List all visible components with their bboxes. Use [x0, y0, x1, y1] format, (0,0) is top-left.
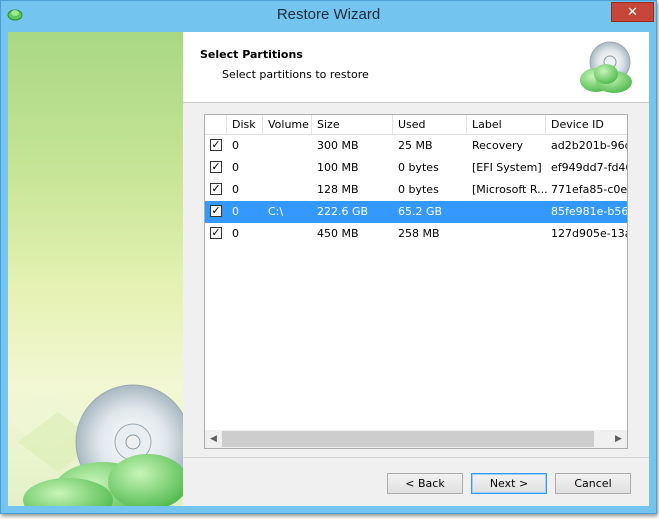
table-row[interactable]: ✓ 0 128 MB 0 bytes [Microsoft R... 771ef… [205, 179, 628, 201]
disc-cloud-art [8, 384, 183, 506]
wizard-client-area: Select Partitions Select partitions to r… [8, 32, 649, 506]
cell-label: [Microsoft R... [472, 183, 547, 196]
footer-divider [183, 457, 649, 458]
title-bar[interactable]: Restore Wizard ✕ [1, 1, 656, 32]
disc-cloud-icon [580, 41, 632, 93]
cell-used: 65.2 GB [398, 205, 443, 218]
side-banner [8, 32, 183, 506]
cell-volume [264, 135, 313, 157]
cell-size: 300 MB [317, 139, 359, 152]
list-header: Disk Volume Size Used Label Device ID [205, 115, 627, 135]
page-subtitle: Select partitions to restore [222, 68, 369, 81]
table-row[interactable]: ✓ 0 100 MB 0 bytes [EFI System] ef949dd7… [205, 157, 628, 179]
page-title: Select Partitions [200, 48, 303, 61]
scrollbar-thumb[interactable] [222, 431, 594, 447]
cell-device-id: 85fe981e-b565 [551, 205, 628, 218]
scroll-left-icon[interactable]: ◀ [205, 430, 222, 448]
horizontal-scrollbar[interactable]: ◀ ▶ [205, 430, 627, 448]
row-checkbox[interactable]: ✓ [210, 205, 222, 217]
cell-disk: 0 [232, 161, 239, 174]
cell-device-id: 127d905e-13aa [551, 227, 627, 240]
row-checkbox[interactable]: ✓ [210, 183, 222, 195]
cell-device-id: ef949dd7-fd46- [551, 161, 628, 174]
cell-device-id: 771efa85-c0e3 [551, 183, 628, 196]
cancel-button[interactable]: Cancel [555, 473, 631, 494]
cell-disk: 0 [232, 183, 239, 196]
cell-label: Recovery [472, 139, 524, 152]
cell-volume [264, 157, 313, 179]
cell-size: 222.6 GB [317, 205, 369, 218]
cell-used: 0 bytes [398, 183, 439, 196]
column-header-check[interactable] [205, 115, 227, 134]
cell-label [468, 201, 547, 223]
cell-label: [EFI System] [472, 161, 542, 174]
cell-disk: 0 [232, 227, 239, 240]
column-header-used[interactable]: Used [393, 115, 467, 134]
cell-volume [264, 179, 313, 201]
cell-used: 25 MB [398, 139, 433, 152]
partitions-list[interactable]: Disk Volume Size Used Label Device ID ✓ … [204, 114, 628, 449]
table-row[interactable]: ✓ 0 450 MB 258 MB 127d905e-13aa [205, 223, 627, 245]
column-header-size[interactable]: Size [312, 115, 393, 134]
column-header-volume[interactable]: Volume [263, 115, 312, 134]
column-header-disk[interactable]: Disk [227, 115, 263, 134]
cell-disk: 0 [232, 139, 239, 152]
restore-wizard-window: Restore Wizard ✕ Select Partitions Selec… [0, 0, 657, 514]
cell-used: 0 bytes [398, 161, 439, 174]
close-button[interactable]: ✕ [611, 2, 654, 22]
cell-volume [264, 223, 313, 245]
table-row[interactable]: ✓ 0 300 MB 25 MB Recovery ad2b201b-96d6 [205, 135, 627, 157]
row-checkbox[interactable]: ✓ [210, 161, 222, 173]
column-header-label[interactable]: Label [467, 115, 546, 134]
close-icon: ✕ [627, 4, 638, 20]
cell-size: 100 MB [317, 161, 359, 174]
cell-used: 258 MB [398, 227, 440, 240]
next-button[interactable]: Next > [471, 473, 547, 494]
wizard-header: Select Partitions Select partitions to r… [183, 32, 649, 103]
cell-size: 450 MB [317, 227, 359, 240]
back-button[interactable]: < Back [387, 473, 463, 494]
row-checkbox[interactable]: ✓ [210, 227, 222, 239]
cell-disk: 0 [232, 205, 239, 218]
cell-volume: C:\ [268, 205, 284, 218]
cell-size: 128 MB [317, 183, 359, 196]
scroll-right-icon[interactable]: ▶ [610, 430, 627, 448]
window-title: Restore Wizard [276, 6, 381, 23]
row-checkbox[interactable]: ✓ [210, 139, 222, 151]
table-row-selected[interactable]: ✓ 0 C:\ 222.6 GB 65.2 GB 85fe981e-b565 [205, 201, 628, 223]
column-header-device-id[interactable]: Device ID [546, 115, 627, 134]
cell-device-id: ad2b201b-96d6 [551, 139, 627, 152]
cell-label [468, 223, 547, 245]
